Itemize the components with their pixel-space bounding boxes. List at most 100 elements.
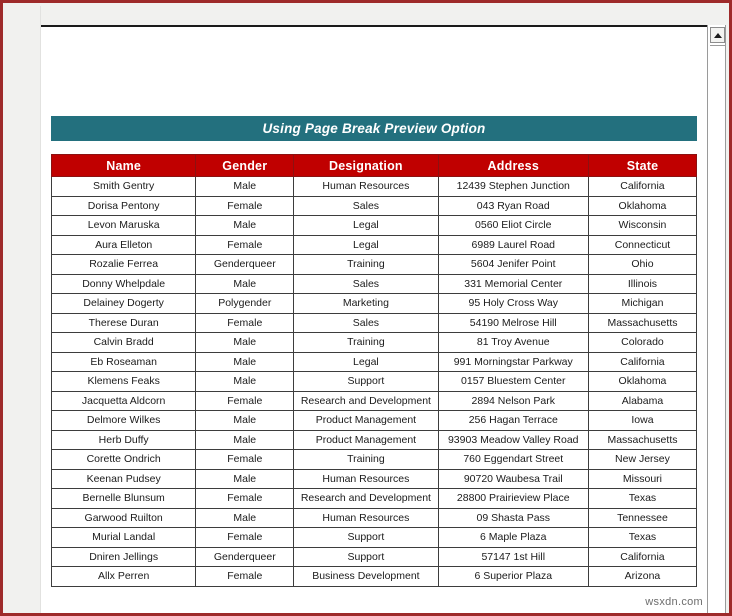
cell-name[interactable]: Klemens Feaks [50,371,197,392]
cell-address[interactable]: 6 Maple Plaza [437,527,589,548]
cell-address[interactable]: 6989 Laurel Road [437,234,589,255]
cell-gender[interactable]: Female [195,234,295,255]
cell-gender[interactable]: Male [195,351,295,372]
cell-designation[interactable]: Training [293,332,439,353]
cell-state[interactable]: California [587,351,698,372]
cell-address[interactable]: 043 Ryan Road [437,195,589,216]
cell-designation[interactable]: Training [293,449,439,470]
vertical-scrollbar[interactable] [707,25,726,613]
cell-state[interactable]: Texas [587,527,698,548]
cell-address[interactable]: 09 Shasta Pass [437,507,589,528]
cell-gender[interactable]: Genderqueer [195,254,295,275]
cell-name[interactable]: Donny Whelpdale [50,273,197,294]
cell-address[interactable]: 0560 Eliot Circle [437,215,589,236]
cell-gender[interactable]: Male [195,507,295,528]
cell-designation[interactable]: Support [293,546,439,567]
column-header-designation[interactable]: Designation [293,154,439,177]
cell-designation[interactable]: Human Resources [293,176,439,197]
cell-gender[interactable]: Female [195,449,295,470]
cell-gender[interactable]: Female [195,527,295,548]
cell-gender[interactable]: Male [195,371,295,392]
cell-gender[interactable]: Polygender [195,293,295,314]
cell-state[interactable]: New Jersey [587,449,698,470]
cell-name[interactable]: Allx Perren [50,566,197,587]
cell-gender[interactable]: Male [195,429,295,450]
cell-state[interactable]: Iowa [587,410,698,431]
cell-address[interactable]: 54190 Melrose Hill [437,312,589,333]
cell-state[interactable]: Arizona [587,566,698,587]
cell-designation[interactable]: Training [293,254,439,275]
cell-designation[interactable]: Sales [293,312,439,333]
cell-name[interactable]: Delainey Dogerty [50,293,197,314]
cell-designation[interactable]: Support [293,371,439,392]
cell-address[interactable]: 81 Troy Avenue [437,332,589,353]
cell-name[interactable]: Jacquetta Aldcorn [50,390,197,411]
cell-designation[interactable]: Human Resources [293,468,439,489]
cell-state[interactable]: California [587,176,698,197]
cell-state[interactable]: Colorado [587,332,698,353]
cell-name[interactable]: Calvin Bradd [50,332,197,353]
cell-state[interactable]: Alabama [587,390,698,411]
cell-state[interactable]: Ohio [587,254,698,275]
cell-name[interactable]: Herb Duffy [50,429,197,450]
cell-gender[interactable]: Female [195,312,295,333]
cell-address[interactable]: 95 Holy Cross Way [437,293,589,314]
cell-name[interactable]: Delmore Wilkes [50,410,197,431]
cell-name[interactable]: Garwood Ruilton [50,507,197,528]
cell-designation[interactable]: Legal [293,351,439,372]
cell-name[interactable]: Smith Gentry [50,176,197,197]
cell-state[interactable]: Tennessee [587,507,698,528]
cell-state[interactable]: Texas [587,488,698,509]
cell-state[interactable]: California [587,546,698,567]
column-header-name[interactable]: Name [50,154,197,177]
column-header-state[interactable]: State [587,154,698,177]
cell-designation[interactable]: Research and Development [293,390,439,411]
cell-name[interactable]: Dniren Jellings [50,546,197,567]
cell-address[interactable]: 0157 Bluestem Center [437,371,589,392]
cell-designation[interactable]: Sales [293,195,439,216]
column-header-gender[interactable]: Gender [195,154,295,177]
cell-state[interactable]: Oklahoma [587,195,698,216]
cell-state[interactable]: Wisconsin [587,215,698,236]
scrollbar-track[interactable] [710,45,725,613]
cell-address[interactable]: 28800 Prairieview Place [437,488,589,509]
cell-designation[interactable]: Marketing [293,293,439,314]
cell-name[interactable]: Aura Elleton [50,234,197,255]
cell-state[interactable]: Michigan [587,293,698,314]
cell-address[interactable]: 331 Memorial Center [437,273,589,294]
scroll-up-button[interactable] [710,27,725,43]
cell-state[interactable]: Massachusetts [587,429,698,450]
cell-gender[interactable]: Male [195,273,295,294]
cell-gender[interactable]: Female [195,390,295,411]
cell-designation[interactable]: Business Development [293,566,439,587]
cell-designation[interactable]: Legal [293,215,439,236]
cell-designation[interactable]: Sales [293,273,439,294]
cell-designation[interactable]: Product Management [293,429,439,450]
cell-gender[interactable]: Male [195,410,295,431]
cell-state[interactable]: Oklahoma [587,371,698,392]
cell-address[interactable]: 6 Superior Plaza [437,566,589,587]
cell-designation[interactable]: Legal [293,234,439,255]
cell-address[interactable]: 760 Eggendart Street [437,449,589,470]
cell-designation[interactable]: Product Management [293,410,439,431]
cell-name[interactable]: Keenan Pudsey [50,468,197,489]
cell-state[interactable]: Massachusetts [587,312,698,333]
cell-address[interactable]: 256 Hagan Terrace [437,410,589,431]
cell-state[interactable]: Illinois [587,273,698,294]
cell-name[interactable]: Therese Duran [50,312,197,333]
cell-name[interactable]: Murial Landal [50,527,197,548]
cell-address[interactable]: 5604 Jenifer Point [437,254,589,275]
cell-address[interactable]: 2894 Nelson Park [437,390,589,411]
cell-name[interactable]: Levon Maruska [50,215,197,236]
cell-name[interactable]: Dorisa Pentony [50,195,197,216]
cell-gender[interactable]: Female [195,195,295,216]
cell-state[interactable]: Connecticut [587,234,698,255]
cell-name[interactable]: Eb Roseaman [50,351,197,372]
cell-gender[interactable]: Female [195,566,295,587]
cell-name[interactable]: Bernelle Blunsum [50,488,197,509]
cell-gender[interactable]: Genderqueer [195,546,295,567]
cell-state[interactable]: Missouri [587,468,698,489]
cell-address[interactable]: 90720 Waubesa Trail [437,468,589,489]
cell-address[interactable]: 57147 1st Hill [437,546,589,567]
cell-designation[interactable]: Research and Development [293,488,439,509]
